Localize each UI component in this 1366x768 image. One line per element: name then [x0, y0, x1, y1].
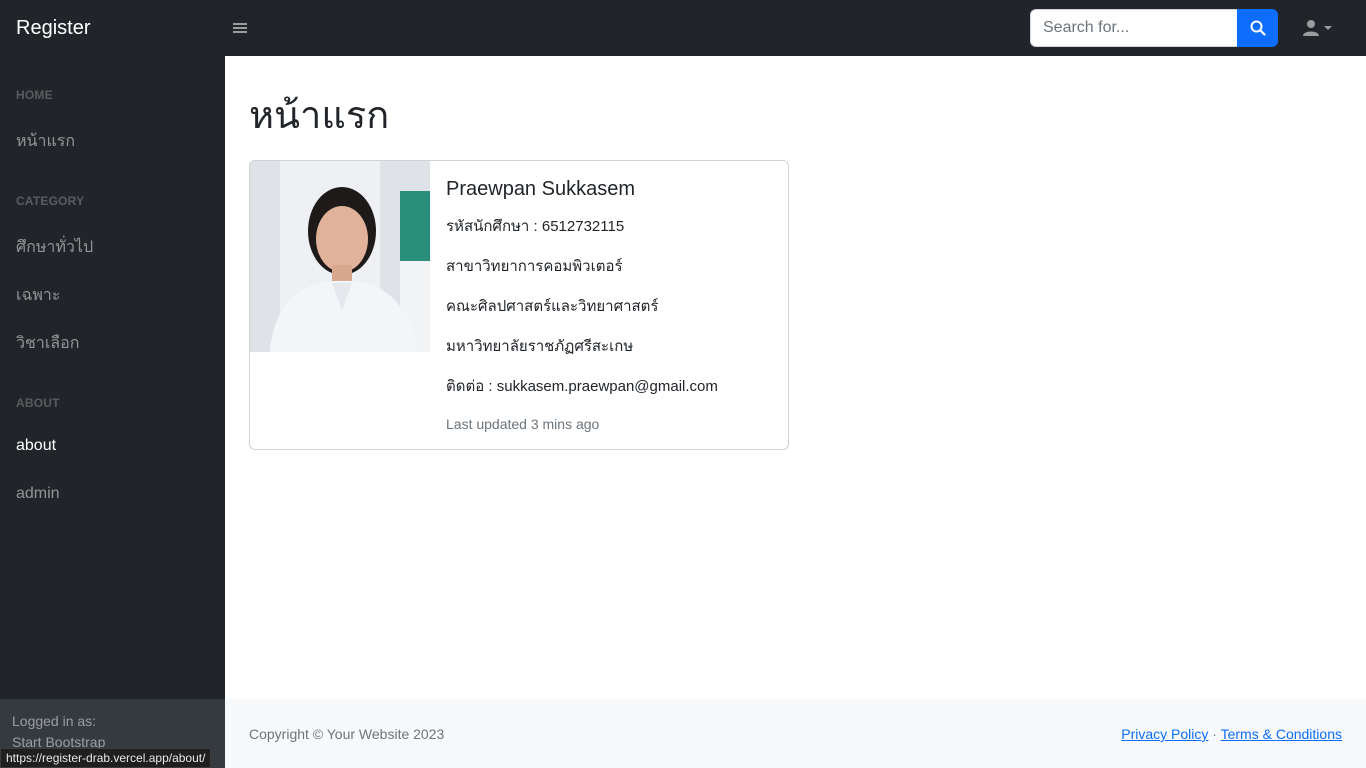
- faculty: คณะศิลปศาสตร์และวิทยาศาสตร์: [446, 298, 659, 315]
- sidebar-item-admin[interactable]: admin: [16, 485, 60, 503]
- profile-card-body: Praewpan Sukkasem รหัสนักศึกษา : 6512732…: [446, 178, 776, 432]
- sidebar-toggle-button[interactable]: [232, 18, 248, 38]
- copyright-text: Copyright © Your Website 2023: [249, 726, 445, 742]
- last-updated: Last updated 3 mins ago: [446, 416, 600, 432]
- sidebar-item-elective[interactable]: วิชาเลือก: [16, 331, 79, 356]
- sidebar-item-about[interactable]: about: [16, 437, 56, 455]
- profile-photo-image: [250, 161, 430, 352]
- logged-in-label: Logged in as:: [12, 713, 97, 729]
- sidebar-heading-about: ABOUT: [16, 396, 60, 410]
- student-id: รหัสนักศึกษา : 6512732115: [446, 218, 625, 235]
- contact: ติดต่อ : sukkasem.praewpan@gmail.com: [446, 378, 718, 395]
- profile-photo: [250, 161, 430, 352]
- sidebar: HOME หน้าแรก CATEGORY ศึกษาทั่วไป เฉพาะ …: [0, 56, 225, 768]
- major: สาขาวิทยาการคอมพิวเตอร์: [446, 258, 623, 275]
- sidebar-heading-home: HOME: [16, 88, 53, 102]
- footer-links: Privacy Policy · Terms & Conditions: [1121, 726, 1342, 742]
- search-button[interactable]: [1237, 9, 1278, 47]
- profile-card: Praewpan Sukkasem รหัสนักศึกษา : 6512732…: [249, 160, 789, 450]
- profile-name: Praewpan Sukkasem: [446, 178, 635, 200]
- sidebar-heading-category: CATEGORY: [16, 194, 85, 208]
- sidebar-item-home[interactable]: หน้าแรก: [16, 129, 75, 154]
- footer-separator: ·: [1212, 726, 1217, 742]
- brand-link[interactable]: Register: [16, 0, 90, 56]
- sidebar-item-specific[interactable]: เฉพาะ: [16, 283, 61, 308]
- page-footer: Copyright © Your Website 2023 Privacy Po…: [225, 699, 1366, 768]
- user-dropdown[interactable]: [1302, 18, 1332, 38]
- privacy-policy-link[interactable]: Privacy Policy: [1121, 726, 1208, 742]
- status-bar-url: https://register-drab.vercel.app/about/: [0, 748, 212, 768]
- search-icon: [1250, 20, 1266, 36]
- university: มหาวิทยาลัยราชภัฏศรีสะเกษ: [446, 338, 634, 355]
- page-title: หน้าแรก: [249, 95, 390, 137]
- sidebar-item-general-education[interactable]: ศึกษาทั่วไป: [16, 235, 93, 260]
- search-input[interactable]: [1030, 9, 1237, 47]
- top-navbar: Register: [0, 0, 1366, 56]
- search-form: [1030, 9, 1278, 47]
- caret-down-icon: [1324, 26, 1332, 30]
- terms-link[interactable]: Terms & Conditions: [1221, 726, 1342, 742]
- user-icon: [1303, 20, 1319, 36]
- hamburger-icon: [233, 23, 247, 33]
